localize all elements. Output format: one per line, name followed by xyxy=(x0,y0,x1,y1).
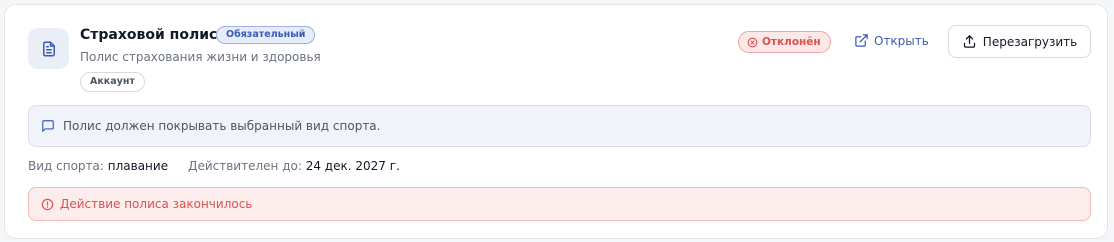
sport-value: плавание xyxy=(107,159,169,173)
open-link-label: Открыть xyxy=(874,33,929,48)
valid-until-value: 24 дек. 2027 г. xyxy=(305,159,400,173)
required-badge: Обязательный xyxy=(216,26,316,44)
upload-icon xyxy=(962,34,977,49)
valid-until-label: Действителен до: xyxy=(188,159,302,173)
error-message-box: Действие полиса закончилось xyxy=(28,187,1091,221)
message-icon xyxy=(41,119,55,133)
reupload-button-label: Перезагрузить xyxy=(982,34,1078,49)
sport-detail: Вид спорта: плавание xyxy=(28,159,168,173)
sport-label: Вид спорта: xyxy=(28,159,104,173)
valid-until-detail: Действителен до: 24 дек. 2027 г. xyxy=(188,159,400,173)
document-title: Страховой полис xyxy=(80,27,218,43)
document-subtitle: Полис страхования жизни и здоровья xyxy=(80,50,321,64)
status-badge: Отклонён xyxy=(738,31,831,53)
document-card: Страховой полис Обязательный Полис страх… xyxy=(4,4,1108,239)
x-circle-icon xyxy=(747,37,758,48)
info-message-box: Полис должен покрывать выбранный вид спо… xyxy=(28,105,1091,147)
reupload-button[interactable]: Перезагрузить xyxy=(948,25,1091,58)
external-link-icon xyxy=(854,33,869,48)
document-details: Вид спорта: плавание Действителен до: 24… xyxy=(28,159,400,173)
info-message: Полис должен покрывать выбранный вид спо… xyxy=(63,119,381,133)
open-link[interactable]: Открыть xyxy=(854,33,929,48)
alert-circle-icon xyxy=(41,198,54,211)
status-label: Отклонён xyxy=(762,36,821,48)
error-message: Действие полиса закончилось xyxy=(60,197,253,211)
scope-tag: Аккаунт xyxy=(80,72,145,92)
document-icon xyxy=(28,28,69,69)
